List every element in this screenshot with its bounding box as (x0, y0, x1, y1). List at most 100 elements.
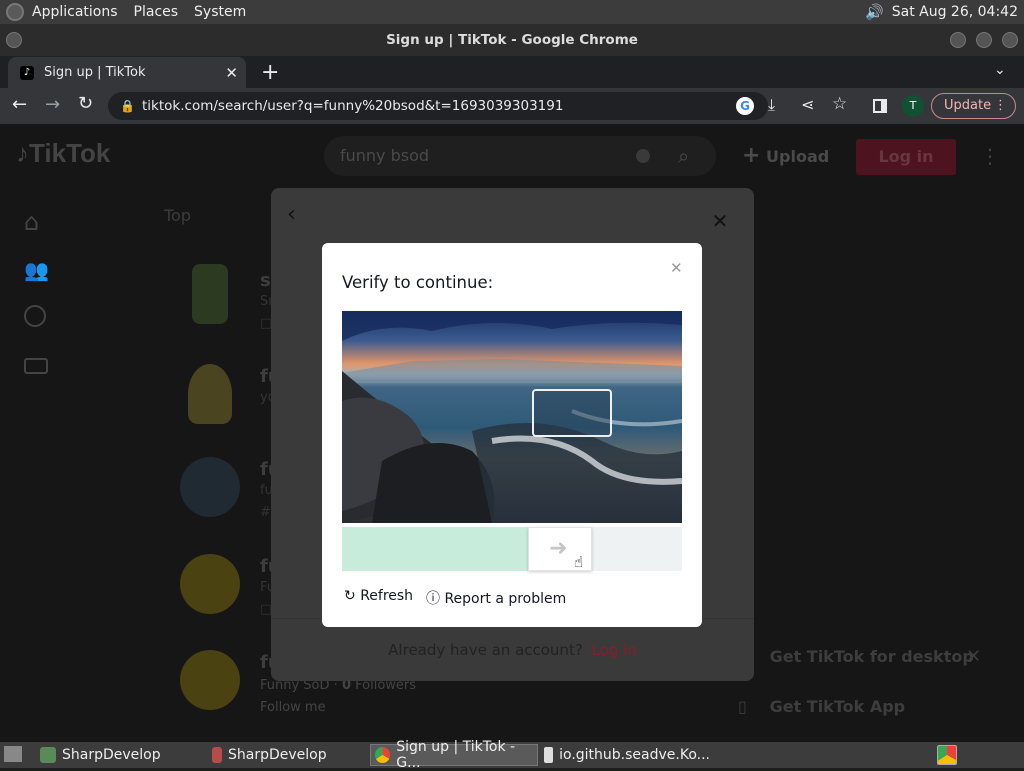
new-tab-icon[interactable]: + (261, 60, 279, 85)
desktop-banner-label: Get TikTok for desktop (769, 647, 974, 666)
menu-system[interactable]: System (186, 4, 254, 20)
taskbar-item-sharpdevelop-1[interactable]: SharpDevelop (36, 744, 202, 766)
explore-icon[interactable] (24, 305, 46, 327)
gnome-foot-icon[interactable] (6, 3, 24, 21)
taskbar-label: SharpDevelop (228, 747, 327, 763)
app-banner-label: Get TikTok App (769, 697, 906, 716)
refresh-button[interactable]: ↻ Refresh (344, 588, 413, 604)
tab-tiktok[interactable]: ♪ Sign up | TikTok ✕ (8, 57, 246, 88)
modal-footer: Already have an account? Log in (271, 618, 754, 681)
window-titlebar[interactable]: Sign up | TikTok - Google Chrome (0, 24, 1024, 56)
phone-icon: ▯ (738, 697, 747, 716)
system-panel: Applications Places System 🔊 Sat Aug 26,… (0, 0, 1024, 24)
modal-back-icon[interactable]: ‹ (287, 202, 296, 227)
profile-avatar[interactable]: T (902, 95, 924, 117)
login-label: Log in (878, 147, 934, 166)
following-icon[interactable]: 👥 (24, 258, 49, 282)
bookmark-star-icon[interactable]: ☆ (832, 94, 847, 114)
taskbar-label: io.github.seadve.Ko... (559, 747, 710, 763)
menu-applications[interactable]: Applications (24, 4, 126, 20)
captcha-scene (342, 311, 682, 523)
site-info-icon[interactable]: 🔒 (120, 92, 135, 120)
more-menu-icon[interactable]: ⋮ (994, 94, 1007, 118)
search-input[interactable]: funny bsod ⌕ (324, 136, 716, 176)
reload-icon[interactable]: ↻ (78, 93, 93, 114)
puzzle-piece (532, 389, 612, 437)
upload-button[interactable]: + Upload (742, 138, 829, 175)
app-banner[interactable]: ▯ Get TikTok App (738, 690, 1008, 724)
refresh-icon: ↻ (344, 588, 356, 604)
google-icon[interactable]: G (736, 97, 754, 115)
tiktok-favicon-icon: ♪ (20, 65, 34, 80)
already-account-text: Already have an account? (388, 641, 583, 659)
address-bar[interactable]: 🔒 tiktok.com/search/user?q=funny%20bsod&… (108, 92, 768, 120)
banner-close-icon[interactable]: ✕ (966, 640, 981, 674)
refresh-label: Refresh (360, 588, 414, 604)
sharpdevelop-icon (212, 747, 222, 763)
tiktok-note-icon: ♪ (16, 138, 29, 168)
window-menu-button[interactable] (6, 32, 22, 48)
tab-close-icon[interactable]: ✕ (225, 64, 238, 82)
url-text: tiktok.com/search/user?q=funny%20bsod&t=… (142, 98, 564, 114)
logo-text: TikTok (29, 138, 111, 168)
show-desktop-icon[interactable] (4, 746, 22, 762)
tab-search-icon[interactable]: ⌄ (994, 62, 1006, 78)
menu-places[interactable]: Places (126, 4, 187, 20)
footer-login-link[interactable]: Log in (592, 641, 637, 659)
window-title: Sign up | TikTok - Google Chrome (386, 32, 638, 48)
volume-icon[interactable]: 🔊 (865, 3, 884, 21)
report-label: Report a problem (444, 591, 567, 607)
taskbar-item-sharpdevelop-2[interactable]: SharpDevelop (204, 744, 370, 766)
slider-fill (342, 527, 529, 571)
avatar (192, 264, 228, 324)
editor-icon (544, 747, 554, 763)
tab-top[interactable]: Top (164, 206, 191, 225)
minimize-button[interactable] (950, 32, 966, 48)
forward-icon[interactable]: → (45, 94, 60, 115)
maximize-button[interactable] (976, 32, 992, 48)
captcha-slider-track: ➜ ☝ (342, 527, 682, 571)
captcha-close-icon[interactable]: ✕ (670, 259, 683, 277)
home-icon[interactable]: ⌂ (24, 208, 39, 236)
tab-strip: ♪ Sign up | TikTok ✕ + ⌄ (0, 56, 1024, 88)
info-icon: ⓘ (426, 591, 440, 607)
install-icon[interactable]: ⤓ (768, 95, 775, 115)
clock[interactable]: Sat Aug 26, 04:42 (892, 4, 1018, 20)
header-login-button[interactable]: Log in (856, 139, 956, 175)
avatar (180, 554, 240, 614)
captcha-image (342, 311, 682, 523)
live-icon[interactable] (24, 358, 48, 374)
captcha-dialog: Verify to continue: ✕ ➜ ☝ ↻ Refresh ⓘ Re… (322, 243, 702, 627)
back-icon[interactable]: ← (12, 94, 27, 115)
update-button[interactable]: Update ⋮ (931, 93, 1016, 119)
result-extra: Follow me (260, 700, 326, 715)
close-window-button[interactable] (1002, 32, 1018, 48)
tab-title: Sign up | TikTok (44, 65, 146, 80)
captcha-title: Verify to continue: (342, 273, 494, 292)
upload-label: Upload (766, 147, 830, 166)
arrow-right-icon: ➜ (549, 536, 568, 561)
search-value: funny bsod (340, 146, 430, 165)
report-problem-button[interactable]: ⓘ Report a problem (426, 588, 566, 608)
side-panel-icon[interactable] (873, 99, 887, 113)
taskbar-label: Sign up | TikTok - G... (396, 739, 516, 771)
plus-icon: + (742, 143, 761, 168)
tray-chrome-icon[interactable] (937, 745, 957, 765)
modal-close-icon[interactable]: ✕ (707, 208, 733, 234)
sharpdevelop-icon (40, 747, 56, 763)
taskbar-item-chrome[interactable]: Sign up | TikTok - G... (370, 739, 538, 771)
result-name: s (260, 270, 271, 291)
browser-toolbar: ← → ↻ 🔒 tiktok.com/search/user?q=funny%2… (0, 88, 1024, 124)
avatar (180, 650, 240, 710)
more-options-icon[interactable]: ⋮ (980, 144, 1000, 168)
share-icon[interactable]: ⋖ (801, 95, 814, 114)
desktop-banner[interactable]: ▭ Get TikTok for desktop ✕ (738, 640, 1008, 674)
clear-search-icon[interactable] (636, 149, 650, 163)
tiktok-logo[interactable]: ♪TikTok (16, 138, 110, 169)
avatar (180, 457, 240, 517)
taskbar-item-kooha[interactable]: io.github.seadve.Ko... (540, 744, 710, 766)
result-extra: # (260, 505, 271, 520)
search-icon[interactable]: ⌕ (678, 136, 689, 176)
cursor-hand-icon: ☝ (574, 553, 584, 571)
chrome-icon (375, 747, 391, 763)
